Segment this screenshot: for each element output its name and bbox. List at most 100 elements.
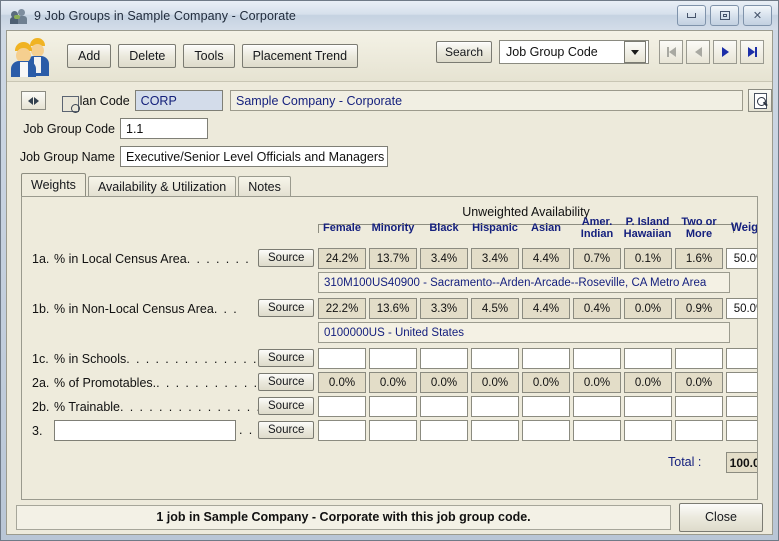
cell-2b-two-or-more[interactable]: [675, 396, 723, 417]
tab-availability-utilization[interactable]: Availability & Utilization: [87, 176, 237, 197]
search-field-combobox[interactable]: Job Group Code: [499, 40, 649, 64]
left-right-arrows-icon[interactable]: [20, 91, 47, 110]
cell-3-asian[interactable]: [522, 420, 570, 441]
cell-1b-two-or-more: 0.9%: [675, 298, 723, 319]
toolbar: Add Delete Tools Placement Trend Search …: [7, 31, 772, 82]
cell-2a-asian: 0.0%: [522, 372, 570, 393]
cell-1a-weight[interactable]: 50.0%: [726, 248, 757, 269]
table-row-1a: 1a. % in Local Census Area. . . . . . .: [32, 248, 250, 270]
add-button[interactable]: Add: [67, 44, 112, 68]
window-title: 9 Job Groups in Sample Company - Corpora…: [34, 8, 296, 23]
minimize-icon: [687, 13, 696, 18]
document-search-icon[interactable]: [748, 89, 772, 112]
minimize-button[interactable]: [677, 5, 706, 26]
tab-weights[interactable]: Weights: [21, 173, 86, 196]
cell-1b-hispanic: 4.5%: [471, 298, 519, 319]
cell-1a-female: 24.2%: [318, 248, 366, 269]
two-workers-icon: [9, 33, 55, 79]
row-leader-1a: . . . . . . .: [186, 252, 251, 266]
last-record-button[interactable]: [740, 40, 764, 64]
cell-1b-minority: 13.6%: [369, 298, 417, 319]
source-button-1c[interactable]: Source: [258, 349, 315, 367]
tab-notes[interactable]: Notes: [238, 176, 291, 197]
source-button-1a[interactable]: Source: [258, 249, 315, 267]
census-source-note-1b: 0100000US - United States: [318, 322, 730, 343]
cell-1b-amer-indian: 0.4%: [573, 298, 621, 319]
plan-code-field[interactable]: CORP: [134, 90, 224, 111]
census-source-note-1a: 310M100US40900 - Sacramento--Arden-Arcad…: [318, 272, 730, 293]
cell-3-amer-indian[interactable]: [573, 420, 621, 441]
job-group-code-row: Job Group Code 1.1: [7, 116, 772, 141]
cell-1c-amer-indian[interactable]: [573, 348, 621, 369]
custom-row-label-input[interactable]: [54, 420, 236, 441]
cell-1c-hispanic[interactable]: [471, 348, 519, 369]
cell-2b-asian[interactable]: [522, 396, 570, 417]
cell-3-female[interactable]: [318, 420, 366, 441]
cell-1c-black[interactable]: [420, 348, 468, 369]
job-group-name-label: Job Group Name: [19, 149, 115, 164]
cell-3-minority[interactable]: [369, 420, 417, 441]
restore-button[interactable]: [710, 5, 739, 26]
tools-button[interactable]: Tools: [183, 44, 235, 68]
column-header-two-or-more-line1: Two or: [681, 216, 717, 228]
plan-lookup-mini-icon[interactable]: [62, 95, 81, 113]
cell-1a-p-island-hawaiian: 0.1%: [624, 248, 672, 269]
close-button[interactable]: ✕: [743, 5, 772, 26]
previous-record-button[interactable]: [686, 40, 710, 64]
cell-2b-p-island-hawaiian[interactable]: [624, 396, 672, 417]
status-row: 1 job in Sample Company - Corporate with…: [7, 500, 772, 534]
cell-1b-weight[interactable]: 50.0%: [726, 298, 757, 319]
plan-code-label-wrap: Plan Code: [48, 93, 134, 113]
placement-trend-button[interactable]: Placement Trend: [241, 44, 359, 68]
search-button[interactable]: Search: [435, 41, 492, 63]
plan-code-label: Plan Code: [71, 93, 130, 108]
client-area: Add Delete Tools Placement Trend Search …: [6, 30, 773, 535]
cell-2a-two-or-more: 0.0%: [675, 372, 723, 393]
job-group-name-row: Job Group Name Executive/Senior Level Of…: [7, 144, 772, 169]
cell-2b-weight[interactable]: [726, 396, 757, 417]
job-group-code-field[interactable]: 1.1: [120, 118, 208, 139]
cell-2b-black[interactable]: [420, 396, 468, 417]
row-label-1a: 1a. % in Local Census Area. . . . . . .: [32, 252, 250, 266]
cell-1c-weight[interactable]: [726, 348, 757, 369]
table-row-1b: 1b. % in Non-Local Census Area. . .: [32, 298, 238, 320]
source-button-1b[interactable]: Source: [258, 299, 315, 317]
source-button-3[interactable]: Source: [258, 421, 315, 439]
job-group-name-field[interactable]: Executive/Senior Level Officials and Man…: [120, 146, 388, 167]
cell-1c-asian[interactable]: [522, 348, 570, 369]
cell-3-black[interactable]: [420, 420, 468, 441]
previous-record-icon: [694, 47, 702, 57]
cell-3-p-island-hawaiian[interactable]: [624, 420, 672, 441]
cell-2b-amer-indian[interactable]: [573, 396, 621, 417]
column-header-two-or-more-line2: More: [685, 227, 713, 240]
cell-3-two-or-more[interactable]: [675, 420, 723, 441]
first-record-button[interactable]: [659, 40, 683, 64]
row-leader-2a: . . . . . . . . . . . .: [156, 376, 269, 390]
cell-2b-female[interactable]: [318, 396, 366, 417]
row-number-1a: 1a.: [32, 252, 50, 266]
cell-2b-hispanic[interactable]: [471, 396, 519, 417]
cell-3-hispanic[interactable]: [471, 420, 519, 441]
cell-3-weight[interactable]: [726, 420, 757, 441]
cell-1c-female[interactable]: [318, 348, 366, 369]
chevron-down-icon[interactable]: [624, 41, 646, 63]
window-people-group-icon: [10, 8, 28, 24]
row-number-2a: 2a.: [32, 376, 50, 390]
cell-1c-minority[interactable]: [369, 348, 417, 369]
row-text-2a: % of Promotables.: [54, 376, 157, 390]
delete-button[interactable]: Delete: [118, 44, 177, 68]
column-header-female: Female: [323, 222, 361, 234]
cell-1b-black: 3.3%: [420, 298, 468, 319]
next-record-button[interactable]: [713, 40, 737, 64]
row-label-2b: 2b. % Trainable. . . . . . . . . . . . . …: [32, 400, 271, 414]
source-button-2b[interactable]: Source: [258, 397, 315, 415]
cell-2b-minority[interactable]: [369, 396, 417, 417]
source-button-2a[interactable]: Source: [258, 373, 315, 391]
restore-icon: [719, 11, 730, 20]
cell-1c-p-island-hawaiian[interactable]: [624, 348, 672, 369]
row-number-1b: 1b.: [32, 302, 50, 316]
cell-2a-weight[interactable]: [726, 372, 757, 393]
cell-1c-two-or-more[interactable]: [675, 348, 723, 369]
close-dialog-button[interactable]: Close: [679, 502, 763, 532]
cell-2a-female: 0.0%: [318, 372, 366, 393]
